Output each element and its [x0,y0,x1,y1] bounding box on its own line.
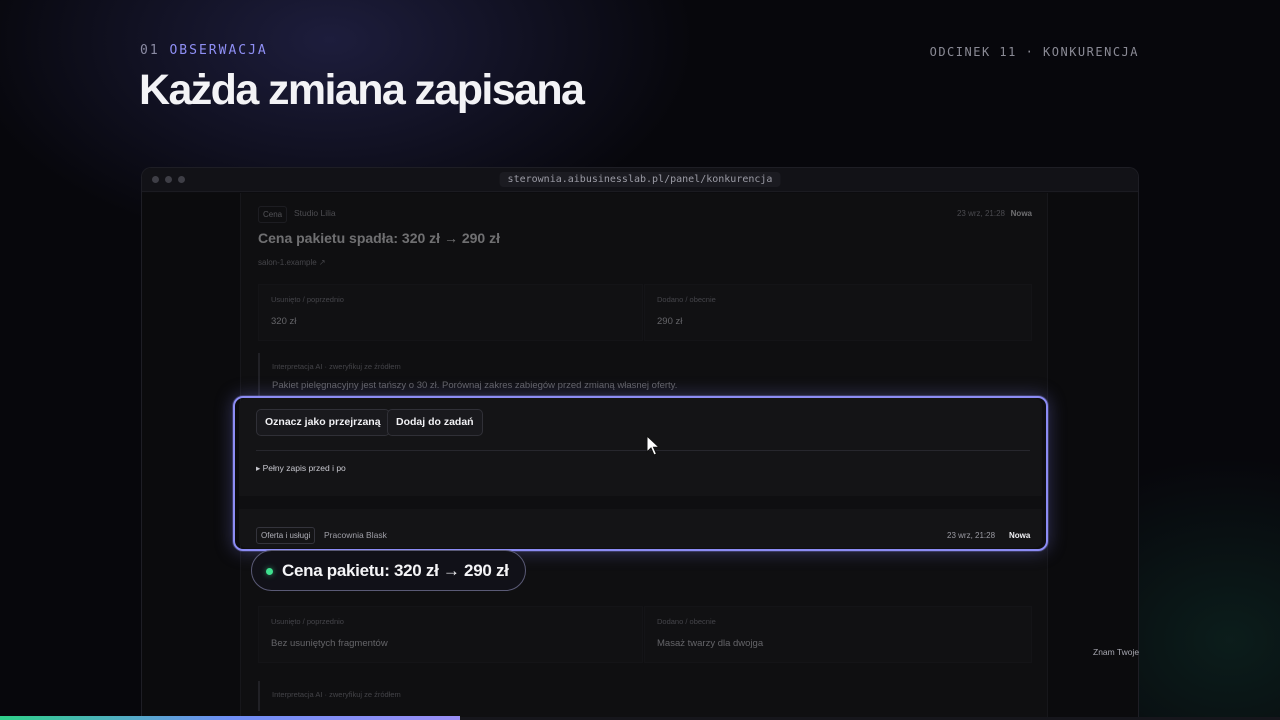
side-caption: Znam Twoje [1093,647,1140,657]
focus-highlight [233,396,1048,551]
removed-label: Usunięto / poprzednio [271,295,344,304]
added-label: Dodano / obecnie [657,295,716,304]
source-name: Studio Lilia [294,208,336,218]
change-entry: Cena Studio Lilia 23 wrz, 21:28 Nowa Cen… [241,193,1049,401]
change-title: Cena pakietu spadła: 320 zł → 290 zł [258,230,500,246]
progress-bar [0,716,460,720]
removed-box: Usunięto / poprzednio Bez usuniętych fra… [258,606,643,663]
interpretation-text: Pakiet pielęgnacyjny jest tańszy o 30 zł… [272,380,678,391]
added-box: Dodano / obecnie Masaż twarzy dla dwojga [644,606,1032,663]
removed-value: 320 zł [271,316,297,327]
added-label: Dodano / obecnie [657,617,716,626]
timestamp: 23 wrz, 21:28 [956,209,1005,218]
removed-label: Usunięto / poprzednio [271,617,344,626]
ai-interpretation: Interpretacja AI · zweryfikuj ze źródłem [258,681,1032,711]
ai-interpretation: Interpretacja AI · zweryfikuj ze źródłem… [258,353,1032,401]
added-value: Masaż twarzy dla dwojga [657,638,764,649]
browser-chrome: sterownia.aibusinesslab.pl/panel/konkure… [142,168,1138,192]
change-entry: Usunięto / poprzednio Bez usuniętych fra… [241,593,1049,720]
added-box: Dodano / obecnie 290 zł [644,284,1032,341]
section-number: 01 [140,43,160,58]
window-dot-icon [165,176,172,183]
url-bar[interactable]: sterownia.aibusinesslab.pl/panel/konkure… [499,172,781,187]
window-dot-icon [178,176,185,183]
status-badge: Nowa [1010,209,1032,218]
source-link[interactable]: salon-1.example ↗ [258,258,326,267]
removed-value: Bez usuniętych fragmentów [271,638,388,649]
section-label: OBSERWACJA [169,43,268,58]
category-tag: Cena [258,206,288,223]
interpretation-label: Interpretacja AI · zweryfikuj ze źródłem [272,690,401,699]
callout-text: Cena pakietu: 320 zł → 290 zł [282,560,509,580]
interpretation-label: Interpretacja AI · zweryfikuj ze źródłem [272,362,401,371]
page-title: Każda zmiana zapisana [139,66,585,114]
window-dot-icon [152,176,159,183]
episode-label: ODCINEK 11 · KONKURENCJA [929,45,1139,59]
mouse-cursor-icon [646,435,661,456]
section-eyebrow: 01 OBSERWACJA [140,43,268,58]
removed-box: Usunięto / poprzednio 320 zł [258,284,643,341]
status-dot-icon [266,568,273,575]
added-value: 290 zł [657,316,683,327]
change-callout: Cena pakietu: 320 zł → 290 zł [251,550,526,591]
